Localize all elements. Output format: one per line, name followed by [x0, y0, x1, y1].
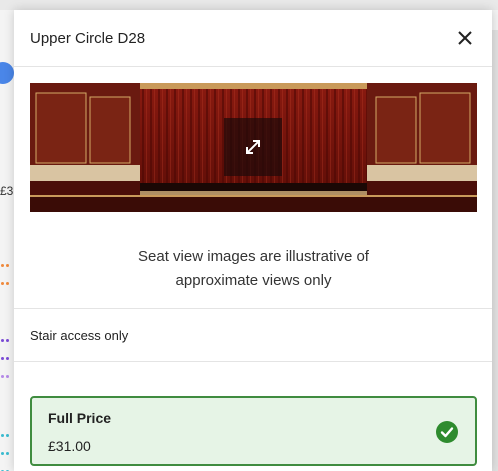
check-circle-icon	[436, 421, 458, 443]
expand-view-button[interactable]	[224, 118, 282, 176]
section-divider	[14, 361, 492, 362]
background-header	[0, 0, 498, 10]
background-right-edge	[492, 30, 498, 471]
modal-header: Upper Circle D28	[14, 10, 492, 67]
close-button[interactable]	[454, 27, 476, 49]
background-seat-dots-teal	[0, 425, 14, 471]
background-price-fragment: £3	[0, 184, 14, 198]
section-divider	[14, 308, 492, 309]
background-seat-dots-orange	[0, 255, 14, 291]
background-seat-marker	[0, 62, 14, 84]
price-option-amount: £31.00	[48, 438, 91, 454]
price-option-name: Full Price	[48, 410, 112, 426]
seat-view-disclaimer: Seat view images are illustrative of app…	[30, 245, 477, 293]
modal-title: Upper Circle D28	[30, 30, 146, 47]
expand-icon	[246, 140, 260, 154]
disclaimer-line-2: approximate views only	[175, 272, 332, 289]
close-icon	[458, 31, 472, 45]
disclaimer-line-1: Seat view images are illustrative of	[138, 248, 369, 265]
seat-view-image	[30, 83, 477, 212]
price-option-full-price[interactable]: Full Price £31.00	[30, 396, 477, 466]
access-note: Stair access only	[30, 328, 129, 343]
seat-detail-modal: Upper Circle D28 Seat view images are il…	[14, 10, 492, 471]
background-seat-dots-purple	[0, 330, 14, 384]
